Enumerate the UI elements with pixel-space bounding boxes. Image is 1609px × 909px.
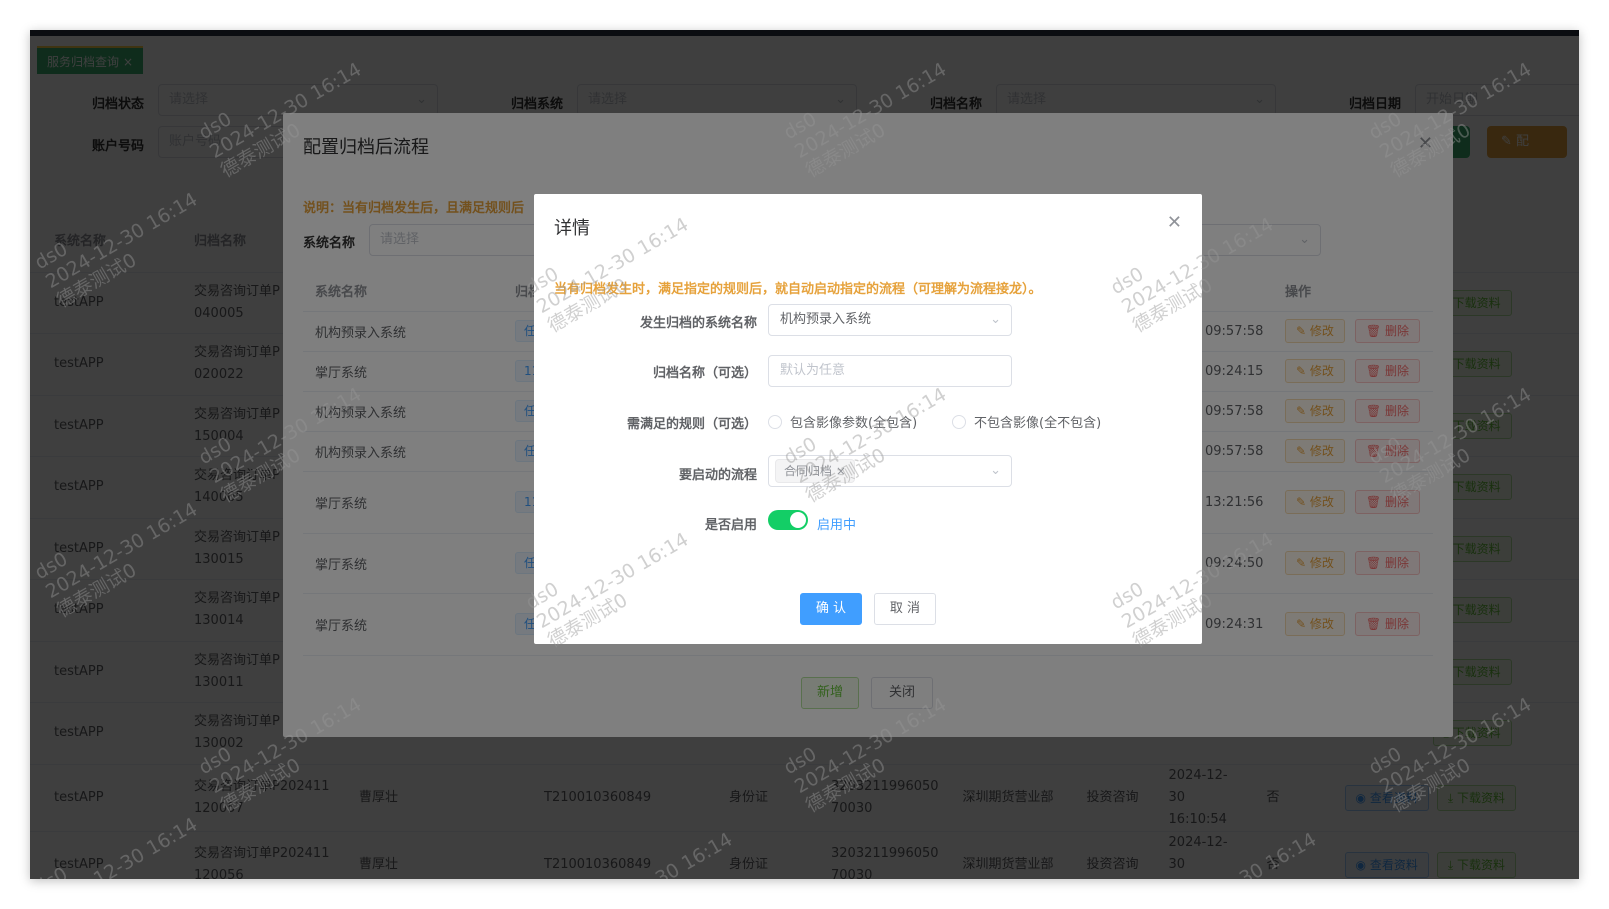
detail-dialog-title: 详情 [554, 218, 590, 239]
chevron-down-icon: ⌄ [990, 312, 1001, 327]
chip-close-icon[interactable]: × [836, 464, 846, 478]
archive-name-label: 归档名称（可选） [652, 366, 757, 381]
switch-knob [790, 512, 806, 528]
system-select[interactable]: 机构预录入系统 ⌄ [768, 304, 1012, 336]
detail-note: 当有归档发生时，满足指定的规则后，就自动启动指定的流程（可理解为流程接龙）。 [554, 282, 1042, 297]
enable-switch[interactable] [768, 510, 808, 530]
archive-name-input[interactable]: 默认为任意 [768, 355, 1012, 387]
radio-circle [768, 415, 782, 429]
confirm-button[interactable]: 确 认 [800, 593, 862, 625]
detail-dialog: 详情 ✕ 当有归档发生时，满足指定的规则后，就自动启动指定的流程（可理解为流程接… [534, 194, 1202, 644]
radio-circle [952, 415, 966, 429]
flow-chip: 合同归档 × [775, 459, 855, 483]
rule-label: 需满足的规则（可选） [626, 417, 757, 432]
enable-label: 是否启用 [704, 518, 757, 533]
flow-label: 要启动的流程 [678, 468, 757, 483]
rule-option-include[interactable]: 包含影像参数(全包含) [768, 412, 917, 431]
enable-status-text: 启用中 [817, 518, 857, 533]
close-icon[interactable]: ✕ [1167, 212, 1182, 233]
system-label: 发生归档的系统名称 [639, 316, 757, 331]
rule-option-exclude[interactable]: 不包含影像(全不包含) [952, 412, 1101, 431]
chevron-down-icon: ⌄ [990, 463, 1001, 478]
cancel-button[interactable]: 取 消 [874, 593, 936, 625]
flow-select[interactable]: 合同归档 × ⌄ [768, 455, 1012, 487]
app-window: 服务归档查询× 归档状态 请选择⌄ 归档系统 请选择⌄ 归档名称 请选择⌄ 归档… [30, 30, 1579, 879]
